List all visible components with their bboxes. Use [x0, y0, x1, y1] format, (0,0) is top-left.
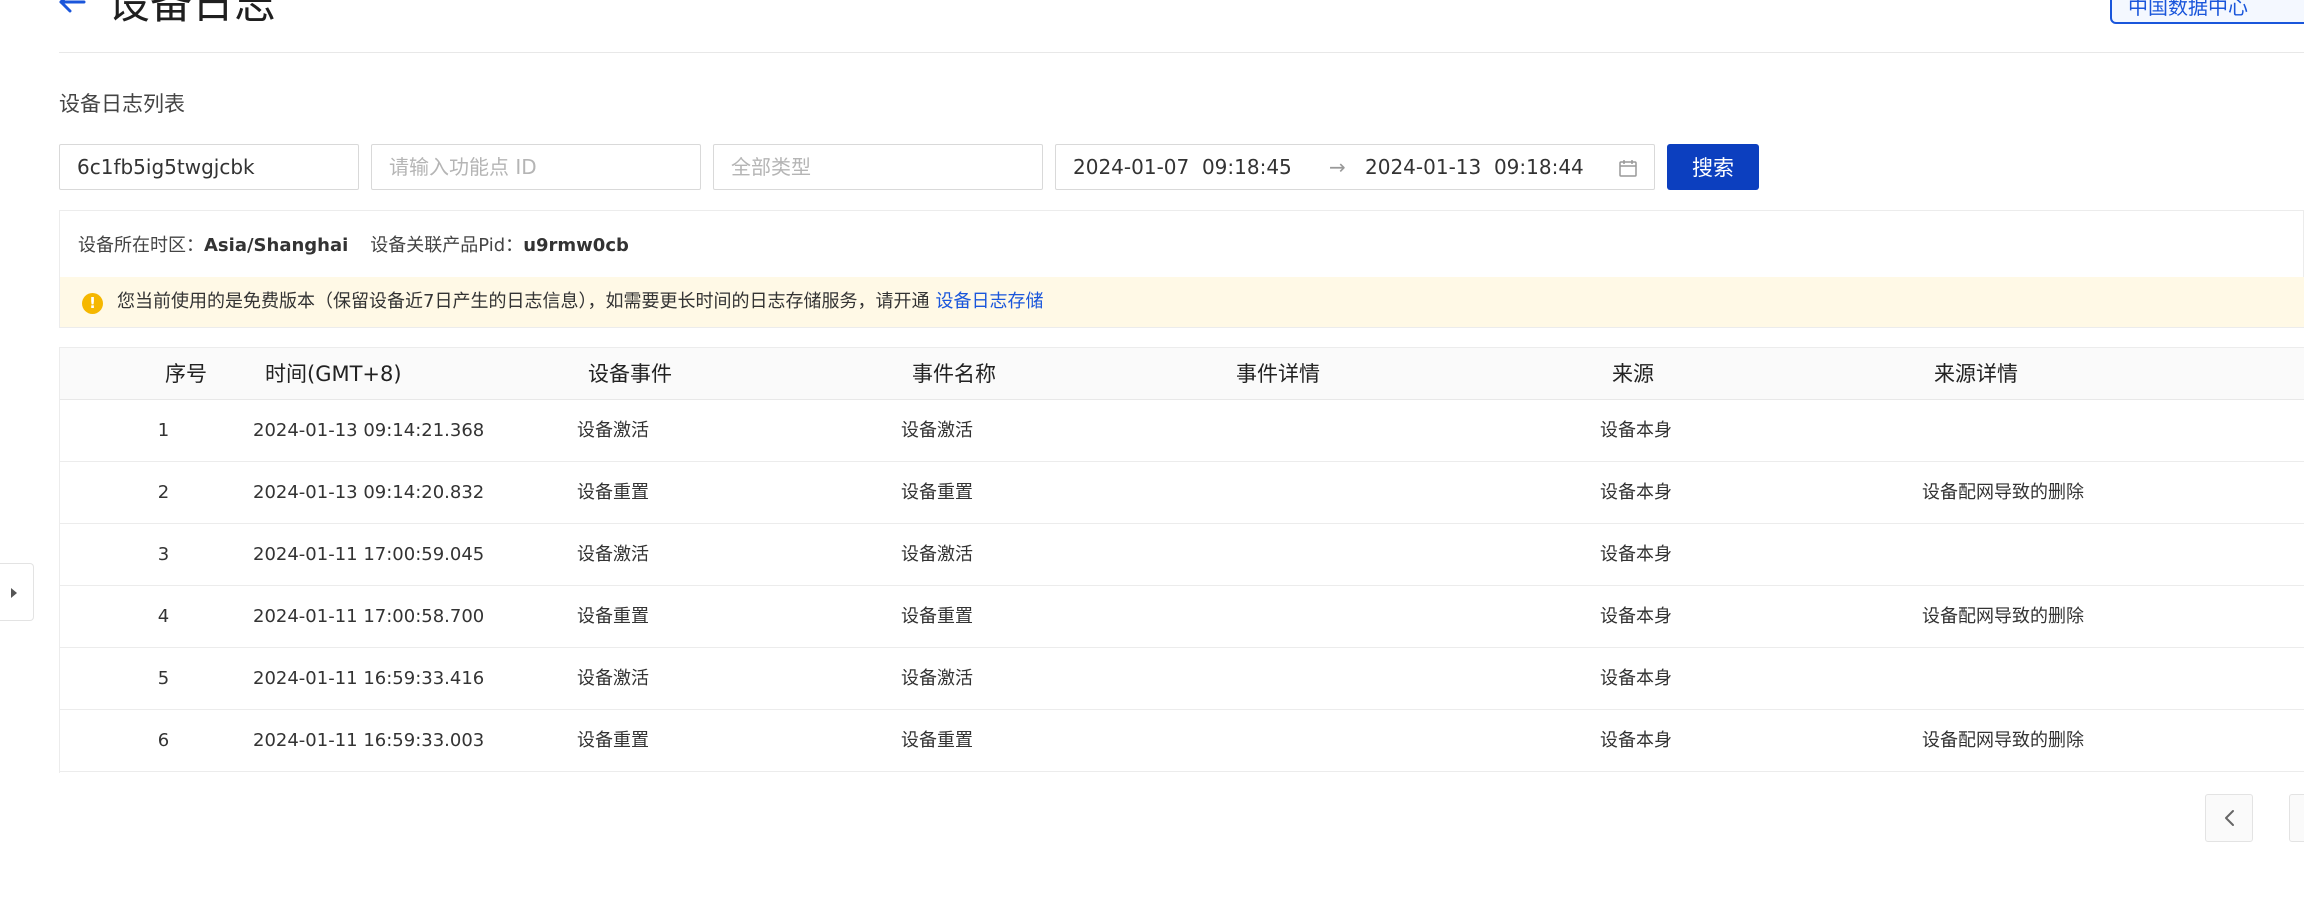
- notice-message: 您当前使用的是免费版本（保留设备近7日产生的日志信息），如需要更长时间的日志存储…: [117, 291, 930, 312]
- cell-event-name: 设备激活: [901, 420, 973, 441]
- cell-event: 设备激活: [577, 420, 649, 441]
- search-button[interactable]: 搜索: [1667, 144, 1759, 190]
- cell-time: 2024-01-11 16:59:33.003: [253, 730, 485, 751]
- pid-label: 设备关联产品Pid：: [370, 235, 524, 256]
- date-end[interactable]: 2024-01-13 09:18:44: [1365, 145, 1584, 189]
- cell-source-detail: 设备配网导致的删除: [1922, 482, 2084, 503]
- section-title: 设备日志列表: [59, 92, 185, 116]
- table-row: 4 2024-01-11 17:00:58.700 设备重置 设备重置 设备本身…: [60, 586, 2304, 648]
- caret-right-icon: [11, 588, 17, 598]
- cell-event: 设备重置: [577, 482, 649, 503]
- datacenter-selector[interactable]: 中国数据中心: [2110, 0, 2304, 24]
- notice-text: 您当前使用的是免费版本（保留设备近7日产生的日志信息），如需要更长时间的日志存储…: [117, 277, 1043, 327]
- free-version-notice: ! 您当前使用的是免费版本（保留设备近7日产生的日志信息），如需要更长时间的日志…: [60, 277, 2304, 327]
- cell-event-name: 设备重置: [901, 482, 973, 503]
- warning-icon: !: [82, 293, 103, 314]
- cell-index: 2: [157, 482, 170, 503]
- pagination-prev-button[interactable]: [2205, 794, 2253, 842]
- device-log-table: 序号 时间(GMT+8) 设备事件 事件名称 事件详情 来源 来源详情 1 20…: [59, 347, 2304, 773]
- column-header-event: 设备事件: [588, 362, 672, 386]
- cell-event-name: 设备重置: [901, 730, 973, 751]
- table-row: 2 2024-01-13 09:14:20.832 设备重置 设备重置 设备本身…: [60, 462, 2304, 524]
- table-row: 1 2024-01-13 09:14:21.368 设备激活 设备激活 设备本身: [60, 400, 2304, 462]
- column-header-source-detail: 来源详情: [1934, 362, 2018, 386]
- cell-index: 6: [157, 730, 170, 751]
- cell-event: 设备激活: [577, 544, 649, 565]
- pagination-page-button[interactable]: [2289, 794, 2304, 842]
- device-info-box: 设备所在时区：Asia/Shanghai 设备关联产品Pid：u9rmw0cb !…: [59, 210, 2304, 328]
- device-log-storage-link[interactable]: 设备日志存储: [935, 291, 1043, 312]
- cell-time: 2024-01-11 16:59:33.416: [253, 668, 485, 689]
- cell-source: 设备本身: [1600, 730, 1672, 751]
- event-type-select-value: 全部类型: [731, 155, 811, 179]
- page-title: 设备日志: [108, 0, 277, 28]
- cell-source: 设备本身: [1600, 606, 1672, 627]
- cell-time: 2024-01-11 17:00:58.700: [253, 606, 485, 627]
- cell-source-detail: 设备配网导致的删除: [1922, 606, 2084, 627]
- column-header-index: 序号: [165, 362, 207, 386]
- header-divider: [59, 52, 2304, 53]
- column-header-source: 来源: [1612, 362, 1654, 386]
- cell-index: 1: [157, 420, 170, 441]
- timezone-label: 设备所在时区：: [78, 235, 204, 256]
- pid-value: u9rmw0cb: [523, 235, 629, 256]
- arrow-left-icon[interactable]: [56, 0, 88, 18]
- calendar-icon: [1618, 158, 1638, 178]
- cell-source-detail: 设备配网导致的删除: [1922, 730, 2084, 751]
- cell-index: 3: [157, 544, 170, 565]
- column-header-time: 时间(GMT+8): [265, 362, 402, 386]
- cell-event: 设备重置: [577, 606, 649, 627]
- cell-time: 2024-01-11 17:00:59.045: [253, 544, 485, 565]
- cell-event: 设备重置: [577, 730, 649, 751]
- column-header-event-name: 事件名称: [912, 362, 996, 386]
- cell-event: 设备激活: [577, 668, 649, 689]
- cell-index: 5: [157, 668, 170, 689]
- cell-index: 4: [157, 606, 170, 627]
- date-range-picker[interactable]: 2024-01-07 09:18:45 → 2024-01-13 09:18:4…: [1055, 144, 1655, 190]
- cell-time: 2024-01-13 09:14:20.832: [253, 482, 485, 503]
- date-separator: →: [1329, 155, 1346, 179]
- device-log-page: 设备日志 中国数据中心 设备日志列表 全部类型 2024-01-07 09:18…: [0, 0, 2304, 898]
- cell-source: 设备本身: [1600, 482, 1672, 503]
- column-header-event-detail: 事件详情: [1236, 362, 1320, 386]
- cell-source: 设备本身: [1600, 544, 1672, 565]
- cell-source: 设备本身: [1600, 668, 1672, 689]
- timezone-value: Asia/Shanghai: [204, 235, 349, 256]
- cell-event-name: 设备重置: [901, 606, 973, 627]
- cell-source: 设备本身: [1600, 420, 1672, 441]
- device-id-input[interactable]: [59, 144, 359, 190]
- table-row: 6 2024-01-11 16:59:33.003 设备重置 设备重置 设备本身…: [60, 710, 2304, 772]
- table-header: 序号 时间(GMT+8) 设备事件 事件名称 事件详情 来源 来源详情: [60, 348, 2304, 400]
- table-row: 5 2024-01-11 16:59:33.416 设备激活 设备激活 设备本身: [60, 648, 2304, 710]
- sidebar-expand-toggle[interactable]: [0, 563, 34, 621]
- event-type-select[interactable]: 全部类型: [713, 144, 1043, 190]
- table-row: 3 2024-01-11 17:00:59.045 设备激活 设备激活 设备本身: [60, 524, 2304, 586]
- cell-event-name: 设备激活: [901, 544, 973, 565]
- dp-id-input[interactable]: [371, 144, 701, 190]
- date-start[interactable]: 2024-01-07 09:18:45: [1073, 145, 1292, 189]
- chevron-left-icon: [2225, 810, 2234, 826]
- cell-event-name: 设备激活: [901, 668, 973, 689]
- page-header: 设备日志 中国数据中心: [0, 0, 2304, 52]
- cell-time: 2024-01-13 09:14:21.368: [253, 420, 485, 441]
- device-info-line: 设备所在时区：Asia/Shanghai 设备关联产品Pid：u9rmw0cb: [78, 233, 629, 259]
